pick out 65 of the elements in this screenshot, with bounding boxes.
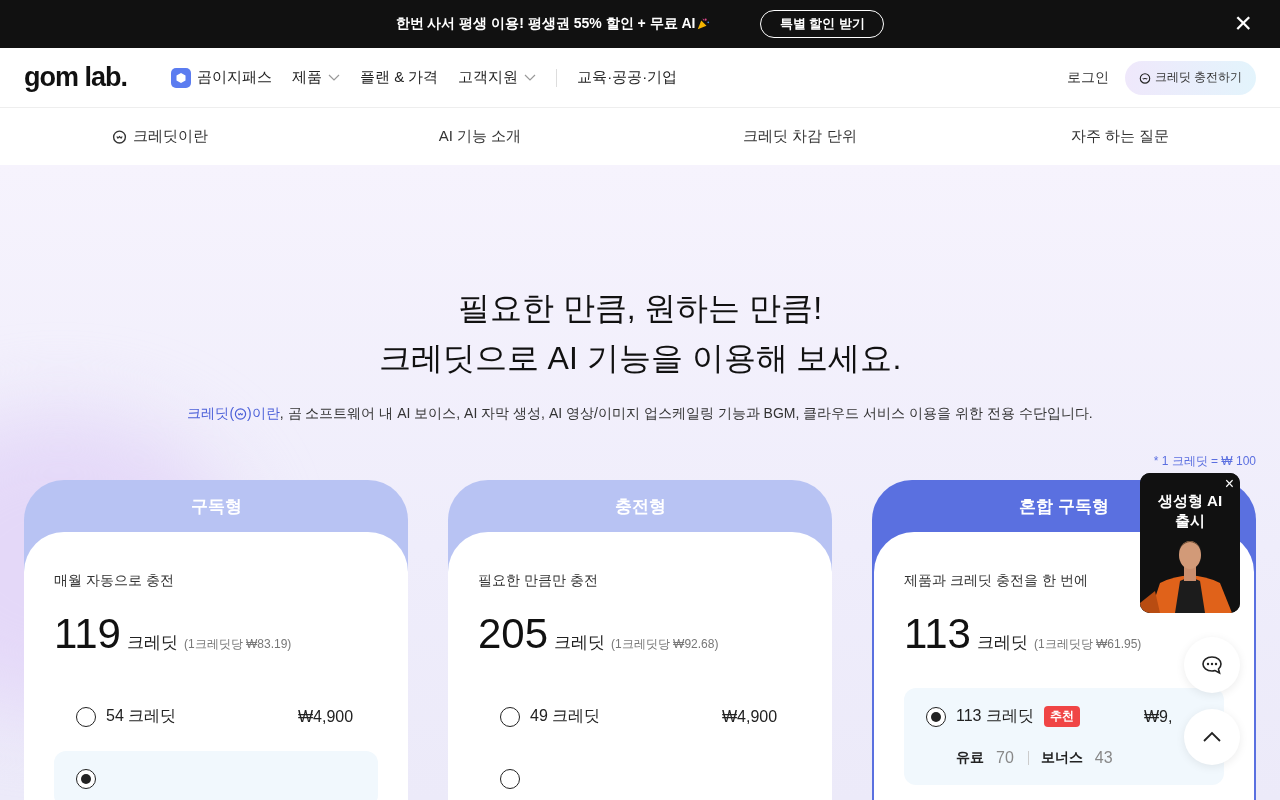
paid-label: 유료	[956, 749, 984, 767]
bonus-credits: 43	[1094, 749, 1113, 767]
plan-subtitle: 제품과 크레딧 충전을 한 번에	[904, 572, 1089, 590]
plan-card[interactable]: 충전형 필요한 만큼만 충전 205 크레딧 (1크레딧당 ₩92.68) 49 크레딧 ₩4,900	[448, 480, 832, 800]
unit-price: (1크레딧당 ₩92.68)	[611, 636, 719, 653]
plan-subtitle: 필요한 만큼만 충전	[478, 572, 599, 590]
credit-amount: 113	[904, 610, 971, 658]
radio-button[interactable]	[926, 706, 946, 727]
credit-option[interactable]: 49 크레딧 ₩4,900	[478, 688, 802, 745]
option-price: ₩9,	[1144, 707, 1174, 726]
chevron-up-icon	[1202, 731, 1222, 743]
charge-credits-button[interactable]: 크레딧 충전하기	[1124, 60, 1256, 95]
radio-button[interactable]	[500, 769, 520, 789]
promo-text: 한번 사서 평생 이용! 평생권 55% 할인 + 무료 AI	[395, 15, 696, 33]
option-label: 49 크레딧	[530, 706, 601, 726]
cube-icon	[171, 67, 191, 88]
credit-option[interactable]: 54 크레딧 ₩4,900	[54, 688, 378, 745]
section-tab[interactable]: 크레딧 차감 단위	[640, 108, 960, 165]
section-tab[interactable]: 크레딧이란	[0, 108, 320, 165]
login-link[interactable]: 로그인	[1066, 68, 1109, 87]
option-label: 113 크레딧	[956, 706, 1034, 726]
option-price: ₩4,900	[722, 707, 779, 726]
headline: 필요한 만큼, 원하는 만큼!	[457, 289, 823, 328]
headline: 크레딧으로 AI 기능을 이용해 보세요.	[378, 339, 902, 378]
credit-unit: 크레딧	[554, 632, 606, 654]
plan-title: 구독형	[190, 495, 242, 518]
promo-popup[interactable]: 생성형 AI 출시 ×	[1140, 473, 1240, 613]
party-popper-icon	[696, 17, 711, 31]
nav-link[interactable]: 플랜 & 가격	[360, 68, 439, 87]
radio-button[interactable]	[76, 706, 96, 727]
credit-unit: 크레딧	[976, 632, 1028, 654]
logo[interactable]: gom lab.	[24, 62, 127, 93]
credit-icon	[234, 407, 248, 420]
close-button[interactable]: ×	[1230, 10, 1256, 36]
price-note: * 1 크레딧 = ₩ 100	[1153, 453, 1256, 470]
option-label: 54 크레딧	[106, 706, 177, 726]
plan-subtitle: 매월 자동으로 충전	[54, 572, 175, 590]
plan-title: 혼합 구독형	[1019, 495, 1109, 518]
paid-credits: 70	[996, 749, 1014, 767]
nav-link[interactable]: 교육·공공·기업	[577, 68, 678, 87]
bonus-label: 보너스	[1040, 749, 1083, 767]
plan-card[interactable]: 구독형 매월 자동으로 충전 119 크레딧 (1크레딧당 ₩83.19) 54 크레딧 ₩4,900	[24, 480, 408, 800]
recommended-badge: 추천	[1043, 706, 1080, 727]
unit-price: (1크레딧당 ₩83.19)	[183, 636, 292, 653]
chevron-down-icon	[328, 73, 340, 82]
plan-title: 충전형	[614, 495, 666, 518]
unit-price: (1크레딧당 ₩61.95)	[1033, 636, 1142, 653]
section-tab[interactable]: 자주 하는 질문	[960, 108, 1280, 165]
credit-option[interactable]: 113 크레딧 추천 ₩9, 유료 70 보너스 43	[904, 688, 1224, 785]
radio-button[interactable]	[500, 706, 520, 727]
popup-title: 생성형 AI 출시	[1156, 491, 1224, 531]
credit-icon	[1138, 71, 1151, 84]
radio-button[interactable]	[76, 769, 96, 789]
description: 크레딧( )이란, 곰 소프트웨어 내 AI 보이스, AI 자막 생성, AI 영상/이미지 업스케일링 기능과 BGM, 클라우드 서비스 이용을 위한 전용 수단입니다.	[186, 405, 1094, 423]
nav-link[interactable]: 고객지원	[458, 68, 537, 87]
credit-link[interactable]: 크레딧( )이란	[187, 405, 280, 421]
chevron-down-icon	[524, 73, 537, 82]
option-price: ₩4,900	[298, 707, 355, 726]
credit-amount: 205	[478, 610, 549, 658]
section-tab[interactable]: AI 기능 소개	[320, 108, 640, 165]
chat-icon	[1200, 653, 1224, 677]
nav-link[interactable]: 곰이지패스	[171, 67, 272, 88]
nav-link[interactable]: 제품	[292, 68, 340, 87]
credit-amount: 119	[54, 610, 121, 658]
credit-unit: 크레딧	[126, 632, 178, 654]
